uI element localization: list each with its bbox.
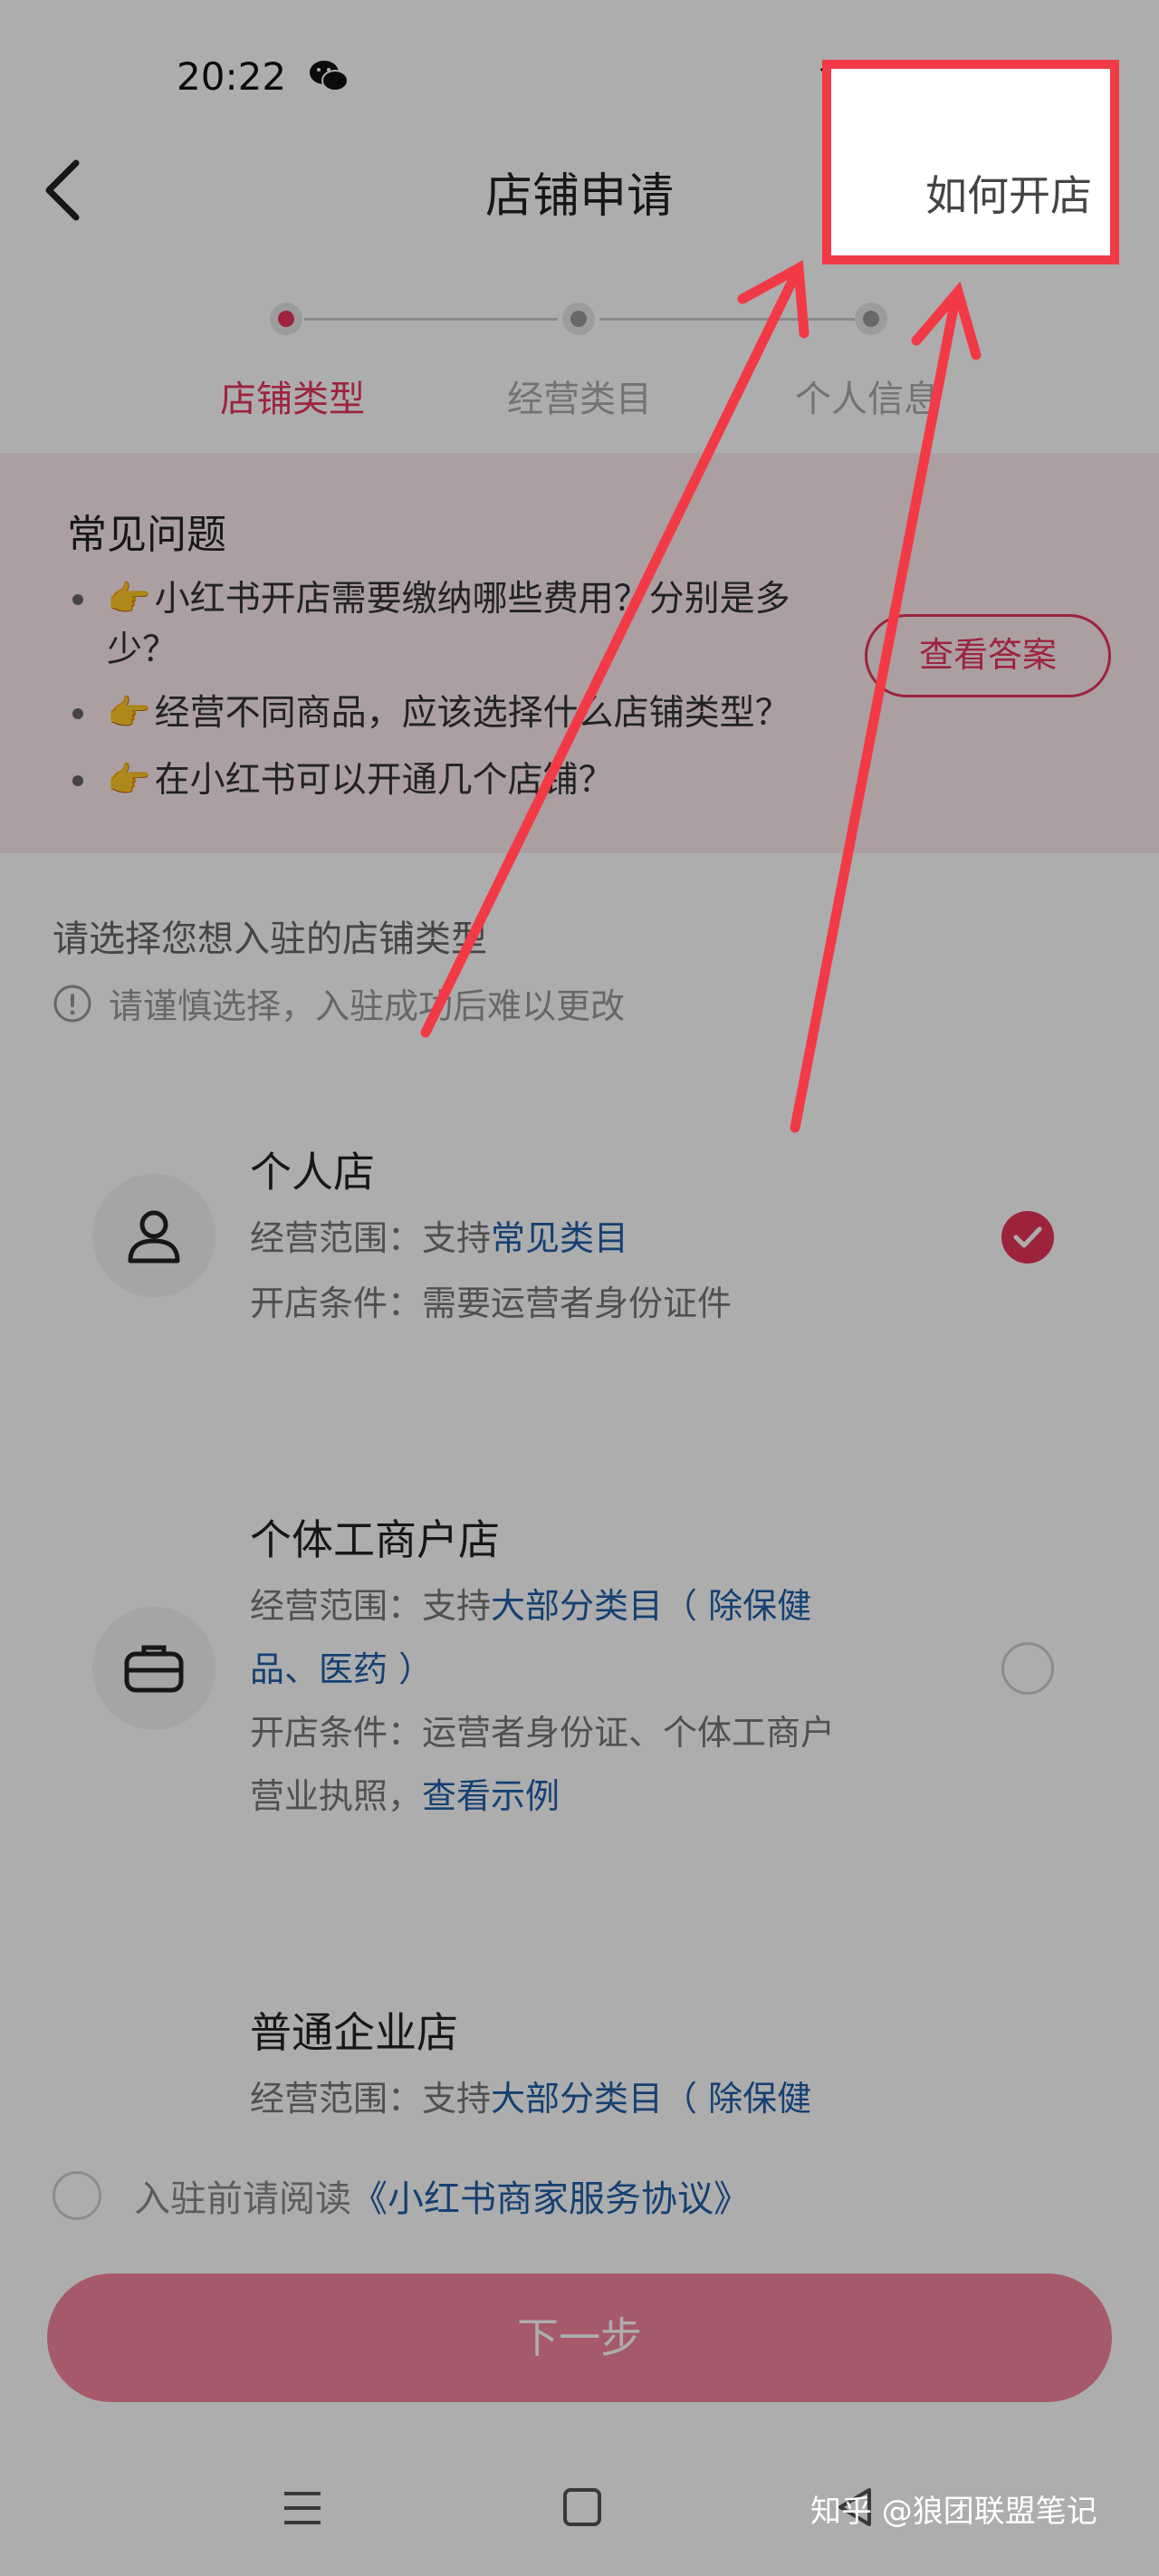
warning-line: 请谨慎选择，入驻成功后难以更改 <box>53 978 625 1028</box>
exclamation-circle-icon <box>53 985 91 1022</box>
next-step-button[interactable]: 下一步 <box>47 2273 1112 2402</box>
card-title: 个体工商户店 <box>250 1515 500 1564</box>
agreement-checkbox[interactable] <box>53 2171 101 2220</box>
card-condition: 开店条件：运营者身份证、个体工商户 营业执照，查看示例 <box>250 1701 956 1828</box>
faq-item[interactable]: 👉 小红书开店需要缴纳哪些费用？分别是多 少？ <box>72 574 790 676</box>
step-label-category: 经营类目 <box>507 379 652 420</box>
view-answers-button[interactable]: 查看答案 <box>865 614 1111 697</box>
annotation-highlight-box: 如何开店 <box>822 60 1119 264</box>
watermark: 知乎 @狼团联盟笔记 <box>810 2494 1097 2530</box>
faq-section: 常见问题 👉 小红书开店需要缴纳哪些费用？分别是多 少？ 👉 经营不同商品，应该选择… <box>0 453 1159 853</box>
warning-text: 请谨慎选择，入驻成功后难以更改 <box>109 986 626 1026</box>
scope-label: 经营范围：支持 <box>250 1218 492 1258</box>
bullet-icon <box>72 708 83 719</box>
card-title: 普通企业店 <box>250 2008 458 2057</box>
store-type-radio[interactable] <box>1001 1642 1054 1695</box>
faq-item-text: 经营不同商品，应该选择什么店铺类型？ <box>154 693 790 734</box>
card-scope: 经营范围：支持大部分类目（ 除保健品、医药 ） <box>250 1574 956 1701</box>
card-condition: 开店条件：需要运营者身份证件 <box>250 1283 733 1323</box>
agreement-prefix: 入驻前请阅读 <box>134 2178 351 2220</box>
condition-text: 开店条件：运营者身份证、个体工商户 <box>250 1713 836 1753</box>
faq-item-text: 在小红书可以开通几个店铺？ <box>154 760 614 801</box>
faq-title: 常见问题 <box>67 512 226 558</box>
faq-item-text-cont: 少？ <box>107 630 178 670</box>
step-dot-2 <box>562 303 595 335</box>
faq-item-text: 小红书开店需要缴纳哪些费用？分别是多 <box>154 579 790 620</box>
check-icon <box>1013 1226 1042 1248</box>
view-example-link[interactable]: 查看示例 <box>422 1776 560 1816</box>
card-icon-bg <box>92 1174 216 1297</box>
condition-text-cont: 营业执照， <box>250 1776 423 1816</box>
scope-highlight-cont: 品、医药 ） <box>250 1649 434 1689</box>
card-scope: 经营范围：支持大部分类目（ 除保健 <box>250 2067 956 2130</box>
store-type-card-personal[interactable]: 个人店 经营范围：支持常见类目 开店条件：需要运营者身份证件 <box>47 1074 1112 1402</box>
step-indicator: 店铺类型 经营类目 个人信息 <box>0 290 1159 426</box>
step-connector <box>304 318 558 321</box>
highlighted-how-to-open-store[interactable]: 如何开店 <box>925 163 1092 223</box>
step-label-store-type: 店铺类型 <box>220 379 365 420</box>
step-dot-3 <box>855 303 887 335</box>
choose-store-type-title: 请选择您想入驻的店铺类型 <box>53 918 487 960</box>
wechat-icon <box>310 61 349 91</box>
pointing-hand-icon: 👉 <box>107 760 151 801</box>
store-type-radio-selected[interactable] <box>1001 1211 1054 1264</box>
menu-icon[interactable] <box>281 2486 324 2530</box>
person-icon <box>128 1210 180 1264</box>
briefcase-icon <box>124 1645 184 1693</box>
home-square-icon[interactable] <box>563 2488 601 2526</box>
step-dot-1 <box>270 303 302 335</box>
pointing-hand-icon: 👉 <box>107 693 151 734</box>
faq-item[interactable]: 👉 在小红书可以开通几个店铺？ <box>72 755 614 806</box>
card-scope: 经营范围：支持常见类目 <box>250 1206 956 1270</box>
agreement-row: 入驻前请阅读 《小红书商家服务协议》 <box>53 2169 750 2222</box>
scope-label: 经营范围：支持 <box>250 1586 492 1626</box>
step-connector <box>599 318 855 321</box>
pointing-hand-icon: 👉 <box>107 579 151 620</box>
scope-label: 经营范围：支持 <box>250 2079 492 2119</box>
scope-highlight: 常见类目 <box>491 1218 629 1258</box>
card-icon-bg <box>92 1607 216 1730</box>
faq-item[interactable]: 👉 经营不同商品，应该选择什么店铺类型？ <box>72 688 790 739</box>
bullet-icon <box>72 775 83 786</box>
status-time: 20:22 <box>177 54 287 99</box>
card-title: 个人店 <box>250 1148 375 1197</box>
store-type-card-individual-business[interactable]: 个体工商户店 经营范围：支持大部分类目（ 除保健品、医药 ） 开店条件：运营者身… <box>47 1442 1112 1895</box>
scope-highlight: 大部分类目（ 除保健 <box>491 2079 812 2119</box>
step-label-personal-info: 个人信息 <box>795 379 940 420</box>
service-agreement-link[interactable]: 《小红书商家服务协议》 <box>351 2169 750 2222</box>
scope-highlight: 大部分类目（ 除保健 <box>491 1586 812 1626</box>
bullet-icon <box>72 594 83 605</box>
